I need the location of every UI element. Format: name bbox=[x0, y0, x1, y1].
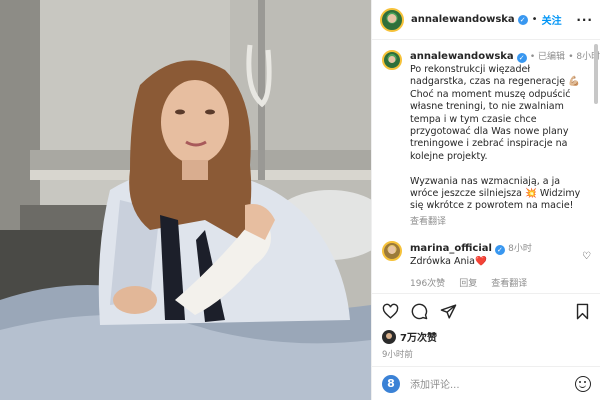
comment-actions: 196次赞 回复 查看翻译 bbox=[410, 276, 578, 289]
more-options-icon[interactable]: ··· bbox=[576, 13, 593, 27]
comment-meta-line: marina_official ✓ 8小时 bbox=[410, 241, 578, 255]
commenter-username[interactable]: marina_official bbox=[410, 243, 492, 254]
comment-translate-link[interactable]: 查看翻译 bbox=[491, 276, 527, 289]
avatar-face bbox=[388, 55, 396, 63]
post-actions-bar: 7万次赞 9小时前 bbox=[372, 293, 600, 360]
verified-badge-icon: ✓ bbox=[494, 244, 505, 255]
liker-avatar bbox=[382, 329, 396, 344]
post-header: annalewandowska ✓ • 关注 ··· bbox=[372, 0, 600, 40]
separator-dot: • bbox=[531, 14, 538, 25]
heart-icon[interactable] bbox=[382, 303, 399, 320]
comment-reply-button[interactable]: 回复 bbox=[459, 276, 477, 289]
verified-badge-icon: ✓ bbox=[517, 14, 528, 25]
comment-body: marina_official ✓ 8小时 Zdrówka Ania❤️ 196次… bbox=[410, 241, 578, 289]
current-user-avatar: 8 bbox=[382, 374, 400, 393]
author-username[interactable]: annalewandowska bbox=[411, 14, 515, 25]
caption-edited-label: 已编辑 bbox=[538, 52, 566, 62]
caption-author-avatar[interactable] bbox=[382, 50, 402, 70]
comment-like-heart-icon[interactable]: ♡ bbox=[582, 251, 591, 289]
action-icons-row bbox=[382, 302, 591, 320]
post-likes-count: 7万次赞 bbox=[400, 333, 437, 344]
avatar-face bbox=[387, 13, 397, 23]
comment-likes-count[interactable]: 196次赞 bbox=[410, 276, 445, 289]
hospital-selfie-image bbox=[0, 0, 371, 400]
caption-text: Po rekonstrukcji więzadeł nadgarstka, cz… bbox=[410, 64, 581, 212]
comment-item: marina_official ✓ 8小时 Zdrówka Ania❤️ 196次… bbox=[382, 240, 591, 289]
share-icon[interactable] bbox=[440, 303, 457, 320]
comment-input[interactable]: 添加评论... bbox=[410, 376, 460, 391]
comment-icon[interactable] bbox=[411, 303, 428, 320]
bookmark-icon[interactable] bbox=[574, 303, 591, 320]
commenter-avatar[interactable] bbox=[382, 240, 402, 261]
comments-scroll-area[interactable]: annalewandowska ✓ • 已编辑 • 8小时 Po rekonstr… bbox=[372, 41, 600, 293]
verified-badge-icon: ✓ bbox=[516, 53, 527, 63]
caption-body: annalewandowska ✓ • 已编辑 • 8小时 Po rekonstr… bbox=[410, 49, 600, 227]
add-comment-bar: 8 添加评论... bbox=[372, 366, 600, 400]
scrollbar-thumb[interactable] bbox=[594, 44, 598, 104]
caption-username[interactable]: annalewandowska bbox=[410, 51, 514, 62]
author-avatar[interactable] bbox=[380, 7, 404, 32]
instagram-post-view: annalewandowska ✓ • 关注 ··· annalewandows… bbox=[0, 0, 600, 400]
post-timestamp: 9小时前 bbox=[382, 350, 413, 360]
caption-meta-line: annalewandowska ✓ • 已编辑 • 8小时 bbox=[410, 49, 600, 63]
post-likes[interactable]: 7万次赞 bbox=[382, 329, 591, 344]
caption-translate-link[interactable]: 查看翻译 bbox=[410, 214, 590, 227]
avatar-face bbox=[388, 246, 396, 254]
comment-text: Zdrówka Ania❤️ bbox=[410, 255, 487, 267]
post-sidebar: annalewandowska ✓ • 关注 ··· annalewandows… bbox=[371, 0, 600, 400]
emoji-picker-icon[interactable] bbox=[575, 375, 591, 392]
follow-button[interactable]: 关注 bbox=[542, 12, 562, 27]
comment-time[interactable]: 8小时 bbox=[508, 244, 532, 254]
post-photo[interactable] bbox=[0, 0, 371, 400]
caption-dot: • bbox=[529, 52, 539, 62]
post-caption: annalewandowska ✓ • 已编辑 • 8小时 Po rekonstr… bbox=[382, 49, 600, 227]
